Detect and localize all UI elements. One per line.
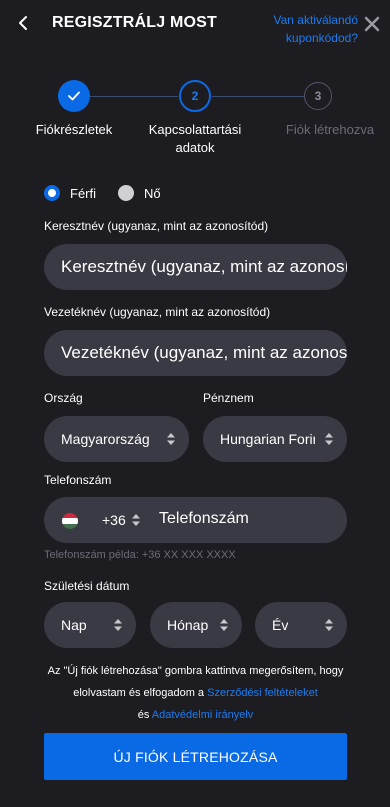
birthdate-label: Születési dátum (44, 579, 130, 593)
select-arrows-icon (167, 433, 175, 445)
step-1-completed (58, 80, 90, 112)
gender-female-label: Nő (144, 185, 161, 201)
last-name-placeholder: Vezetéknév (ugyanaz, mint az azonosítód) (61, 343, 347, 362)
step-3-label: Fiók létrehozva (285, 122, 375, 137)
birth-month-select[interactable]: Hónap (150, 602, 242, 648)
last-name-label: Vezetéknév (ugyanaz, mint az azonosítód) (44, 305, 271, 319)
registration-stepper: 2 3 Fiókrészletek Kapcsolattartási adato… (0, 78, 390, 158)
gender-radio-female[interactable]: Nő (118, 185, 161, 201)
birth-day-select[interactable]: Nap (44, 602, 136, 648)
radio-selected-icon (44, 185, 60, 201)
select-arrows-icon (325, 433, 333, 445)
privacy-policy-link[interactable]: Adatvédelmi irányelv (152, 709, 254, 721)
hungary-flag-icon (62, 513, 78, 529)
select-arrows-icon (132, 514, 140, 526)
country-value: Magyarország (61, 431, 150, 447)
phone-label: Telefonszám (44, 473, 112, 487)
phone-hint: Telefonszám példa: +36 XX XXX XXXX (44, 549, 236, 561)
phone-input[interactable]: Telefonszám (159, 510, 249, 528)
stepper-connector (90, 96, 178, 97)
currency-value: Hungarian Forint (220, 431, 315, 447)
terms-notice: Az "Új fiók létrehozása" gombra kattintv… (44, 660, 347, 726)
create-account-button[interactable]: ÚJ FIÓK LÉTREHOZÁSA (44, 733, 347, 780)
coupon-code-link[interactable]: Van aktiválandó kuponkódod? (252, 11, 358, 47)
stepper-connector (212, 96, 304, 97)
select-arrows-icon (325, 619, 333, 631)
back-chevron-icon[interactable] (14, 13, 34, 33)
birth-year-select[interactable]: Év (255, 602, 347, 648)
page-title: REGISZTRÁLJ MOST (52, 14, 217, 31)
header: REGISZTRÁLJ MOST Van aktiválandó kuponkó… (0, 0, 390, 56)
country-label: Ország (44, 391, 83, 405)
phone-prefix-select[interactable]: +36 (102, 512, 126, 528)
step-2-active: 2 (179, 80, 211, 112)
first-name-label: Keresztnév (ugyanaz, mint az azonosítód) (44, 219, 269, 233)
close-icon[interactable] (364, 16, 380, 32)
first-name-placeholder: Keresztnév (ugyanaz, mint az azonosítód) (61, 257, 347, 276)
select-arrows-icon (220, 619, 228, 631)
gender-radio-group: Férfi Nő (44, 183, 183, 203)
terms-conditions-link[interactable]: Szerződési feltételeket (207, 687, 318, 699)
step-2-label: Kapcsolattartási adatok (148, 122, 242, 155)
currency-select[interactable]: Hungarian Forint (203, 416, 347, 462)
checkmark-icon (68, 91, 80, 101)
radio-unselected-icon (118, 185, 134, 201)
step-1-label: Fiókrészletek (35, 122, 113, 137)
birth-month-value: Hónap (167, 617, 209, 633)
terms-text-2: és (137, 709, 150, 721)
gender-male-label: Férfi (70, 185, 96, 201)
last-name-field[interactable]: Vezetéknév (ugyanaz, mint az azonosítód) (44, 330, 347, 376)
birth-year-value: Év (272, 617, 289, 633)
birth-day-value: Nap (61, 617, 87, 633)
first-name-field[interactable]: Keresztnév (ugyanaz, mint az azonosítód) (44, 244, 347, 290)
step-3-upcoming: 3 (304, 82, 332, 110)
phone-field-group: +36 Telefonszám (44, 497, 347, 543)
gender-radio-male[interactable]: Férfi (44, 185, 96, 201)
currency-label: Pénznem (203, 391, 254, 405)
country-select[interactable]: Magyarország (44, 416, 189, 462)
select-arrows-icon (114, 619, 122, 631)
